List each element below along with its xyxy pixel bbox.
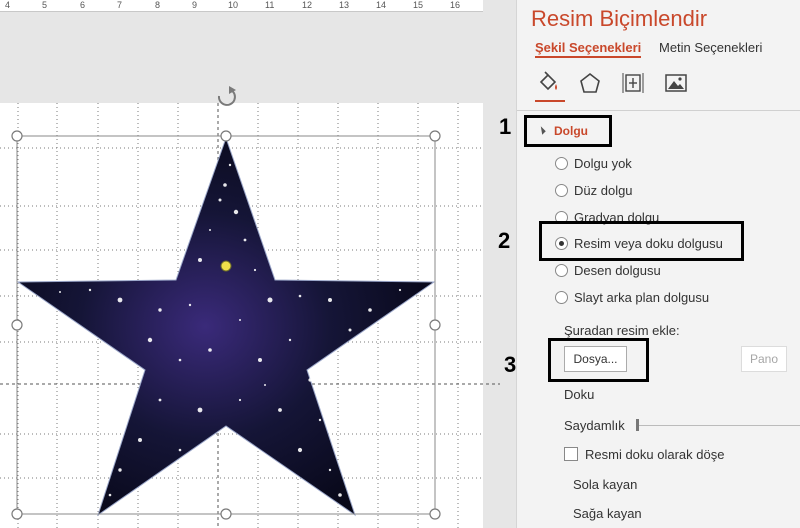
radio-label: Düz dolgu xyxy=(574,182,633,198)
tile-checkbox[interactable] xyxy=(564,447,578,461)
step-number-3: 3 xyxy=(504,352,517,377)
format-picture-pane: Resim Biçimlendir Şekil Seçenekleri Meti… xyxy=(516,0,800,528)
pane-divider xyxy=(517,110,800,111)
size-properties-icon[interactable] xyxy=(621,70,647,96)
collapse-triangle-icon xyxy=(537,126,546,135)
radio-pattern-fill[interactable]: Desen dolgusu xyxy=(555,260,661,280)
radio-solid-fill[interactable]: Düz dolgu xyxy=(555,180,633,200)
radio-no-fill[interactable]: Dolgu yok xyxy=(555,153,632,173)
rotate-handle-icon xyxy=(217,86,236,106)
step-number-2: 2 xyxy=(498,228,511,253)
adjust-handle xyxy=(220,260,232,272)
active-icon-indicator xyxy=(535,100,565,102)
file-button[interactable]: Dosya... xyxy=(564,346,627,372)
radio-label: Slayt arka plan dolgusu xyxy=(574,289,710,305)
effects-pentagon-icon[interactable] xyxy=(577,70,603,96)
radio-circle[interactable] xyxy=(555,263,568,277)
radio-circle[interactable] xyxy=(555,183,568,197)
picture-icon[interactable] xyxy=(663,70,689,96)
clipboard-button: Pano xyxy=(741,346,787,372)
slide-canvas[interactable]: 4 5 6 7 8 9 10 11 12 13 14 15 16 xyxy=(0,0,516,528)
texture-label[interactable]: Doku xyxy=(564,387,594,402)
offset-left-label: Sola kayan xyxy=(573,477,638,492)
tile-checkbox-label: Resmi doku olarak döşe xyxy=(585,447,725,462)
star-shape xyxy=(16,136,436,517)
radio-circle[interactable] xyxy=(555,156,568,170)
transparency-label: Saydamlık xyxy=(564,418,625,433)
radio-circle[interactable] xyxy=(555,290,568,304)
fill-section-title: Dolgu xyxy=(554,124,588,138)
pane-title: Resim Biçimlendir xyxy=(531,6,708,31)
fill-section-header-highlight[interactable]: Dolgu xyxy=(524,115,612,147)
step-number-1: 1 xyxy=(499,114,512,139)
fill-line-icon[interactable] xyxy=(535,70,561,96)
radio-label: Desen dolgusu xyxy=(574,262,661,278)
transparency-slider-thumb[interactable] xyxy=(636,419,639,431)
radio-label: Dolgu yok xyxy=(574,155,632,171)
offset-right-label: Sağa kayan xyxy=(573,506,642,521)
transparency-slider-track[interactable] xyxy=(638,425,800,426)
tab-text-options[interactable]: Metin Seçenekleri xyxy=(659,40,762,55)
insert-from-label: Şuradan resim ekle: xyxy=(564,323,680,338)
picture-fill-highlight xyxy=(539,221,744,261)
radio-slide-background-fill[interactable]: Slayt arka plan dolgusu xyxy=(555,287,709,307)
tab-shape-options[interactable]: Şekil Seçenekleri xyxy=(535,40,642,58)
star-shape-svg xyxy=(11,86,441,520)
